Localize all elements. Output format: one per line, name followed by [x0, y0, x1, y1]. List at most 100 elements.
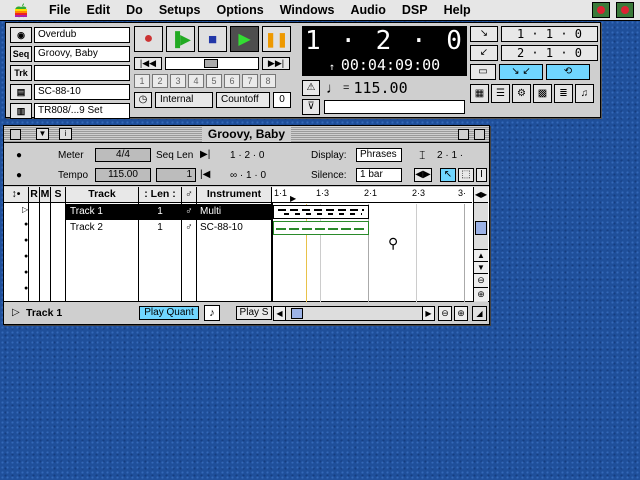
slider-knob[interactable]	[204, 59, 218, 68]
arrow-tool-icon[interactable]: ↖	[440, 168, 456, 182]
memory-3-button[interactable]: 3	[170, 74, 186, 88]
mixer-icon[interactable]: ⚙	[512, 84, 531, 103]
hzoom-out-icon[interactable]: ⊖	[438, 306, 452, 321]
playhead-marker-icon[interactable]: ▶	[290, 194, 296, 203]
tempo-slider[interactable]	[324, 100, 465, 114]
set-field[interactable]: TR808/...9 Set	[34, 103, 130, 119]
menu-edit[interactable]: Edit	[79, 0, 119, 20]
hzoom-in-icon[interactable]: ⊕	[454, 306, 468, 321]
phrase-block[interactable]	[273, 205, 369, 219]
tempo-dot-icon[interactable]: ●	[16, 170, 22, 181]
zoom-in-icon[interactable]: ⊕	[474, 287, 488, 301]
move-column-header[interactable]: ↕•	[4, 187, 28, 203]
punch-toggle-icon[interactable]: ▭	[470, 64, 496, 80]
phrase-block[interactable]	[273, 221, 369, 235]
track-name[interactable]: Track 1	[66, 204, 138, 220]
scroll-left-arrow-icon[interactable]: ◀	[274, 307, 286, 320]
track-length[interactable]: 1	[139, 204, 181, 220]
solo-column-header[interactable]: S	[51, 187, 65, 203]
sequence-field[interactable]: Groovy, Baby	[34, 46, 130, 62]
marquee-tool-icon[interactable]: ⬚	[458, 168, 474, 182]
rewind-button[interactable]: |◀◀	[134, 57, 162, 70]
zoom-out-icon[interactable]: ⊖	[474, 273, 488, 287]
meter-field[interactable]: 4/4	[95, 148, 151, 162]
play-swing-button[interactable]: Play S	[236, 306, 272, 320]
seq-button[interactable]: Seq	[10, 46, 32, 62]
time-ruler[interactable]: 1·1 1·3 2·1 2·3 3· ▶	[272, 187, 472, 203]
menu-options[interactable]: Options	[209, 0, 272, 20]
play-from-start-button[interactable]: ▐▶	[166, 26, 195, 52]
countoff-button[interactable]: Countoff	[216, 92, 270, 108]
graphic-editor-icon[interactable]: ≣	[554, 84, 573, 103]
fast-forward-button[interactable]: ▶▶|	[262, 57, 290, 70]
punch-button[interactable]: ↘ ↙	[499, 64, 543, 80]
memory-1-button[interactable]: 1	[134, 74, 150, 88]
info-dot-icon[interactable]: ●	[16, 150, 22, 161]
track-name[interactable]: Track 2	[66, 220, 138, 236]
mute-column-header[interactable]: M	[40, 187, 50, 203]
track-field[interactable]	[34, 65, 130, 81]
memory-5-button[interactable]: 5	[206, 74, 222, 88]
menu-file[interactable]: File	[41, 0, 79, 20]
silence-field[interactable]: 1 bar	[356, 168, 402, 182]
device-field[interactable]: SC-88-10	[34, 84, 130, 100]
memory-4-button[interactable]: 4	[188, 74, 204, 88]
loop-button[interactable]: ⟲	[546, 64, 590, 80]
track-column-header[interactable]: Track	[66, 187, 138, 203]
horizontal-scrollbar[interactable]: ◀ ▶	[273, 306, 435, 321]
device-icon[interactable]: ▤	[10, 84, 32, 100]
tracks-title-bar[interactable]: ▼ i Groovy, Baby	[4, 126, 489, 143]
notation-icon[interactable]: ♫	[575, 84, 594, 103]
ibeam-tool-icon[interactable]: I	[476, 168, 487, 182]
application-menu-icon[interactable]	[592, 2, 610, 18]
memory-8-button[interactable]: 8	[260, 74, 276, 88]
sync-mode-button[interactable]: Internal	[155, 92, 213, 108]
timeline-area[interactable]: 1·1 1·3 2·1 2·3 3· ▶ ⚲	[272, 187, 472, 302]
event-list-icon[interactable]: ☰	[491, 84, 510, 103]
loop-end-field[interactable]: 2 · 1 · 0	[501, 45, 598, 61]
countoff-value[interactable]: 0	[273, 92, 291, 108]
record-mode-icon[interactable]: ◉	[10, 27, 32, 43]
metronome-icon[interactable]: ⚠	[302, 80, 320, 96]
vertical-scrollbar[interactable]: ◀▶ ▲ ▼ ⊖ ⊕	[473, 187, 488, 302]
menu-windows[interactable]: Windows	[272, 0, 343, 20]
loop-end-icon[interactable]: ↙	[470, 45, 498, 61]
memory-7-button[interactable]: 7	[242, 74, 258, 88]
scroll-thumb[interactable]	[475, 221, 487, 235]
record-column-header[interactable]: R	[29, 187, 39, 203]
menu-help[interactable]: Help	[436, 0, 479, 20]
play-quant-button[interactable]: Play Quant	[139, 306, 199, 320]
pause-button[interactable]: ❚❚	[262, 26, 291, 52]
scroll-right-icon[interactable]: ▶	[422, 307, 434, 320]
zoom-box-icon[interactable]	[458, 129, 469, 140]
channel-column-header[interactable]: ♂	[182, 187, 196, 203]
stop-button[interactable]: ■	[198, 26, 227, 52]
hscroll-thumb[interactable]	[291, 308, 303, 319]
position-1[interactable]: 1 · 2 · 0	[230, 150, 264, 161]
record-button[interactable]: ●	[134, 26, 163, 52]
tempo-control-icon[interactable]: ⊽	[302, 99, 320, 115]
close-box-icon[interactable]	[10, 129, 21, 140]
tempo-value[interactable]: 115.00	[353, 79, 407, 97]
track-row[interactable]: Track 1 1 ♂ Multi	[4, 204, 271, 220]
collapse-box-icon[interactable]	[474, 129, 485, 140]
window-menu-icon[interactable]: ▼	[36, 128, 49, 140]
track-row[interactable]: Track 2 1 ♂ SC-88-10	[4, 220, 271, 236]
horizontal-resize-icon[interactable]: ◀▶	[414, 168, 432, 182]
note-value-icon[interactable]: ♪	[204, 305, 220, 321]
track-instrument[interactable]: Multi	[197, 204, 271, 220]
channel-icon[interactable]: ♂	[182, 220, 196, 236]
info-icon[interactable]: i	[59, 128, 72, 140]
loop-start-field[interactable]: 1 · 1 · 0	[501, 26, 598, 42]
memory-2-button[interactable]: 2	[152, 74, 168, 88]
instrument-column-header[interactable]: Instrument	[197, 187, 271, 203]
footer-expand-icon[interactable]: ▷	[12, 307, 20, 318]
record-mode-field[interactable]: Overdub	[34, 27, 130, 43]
trk-button[interactable]: Trk	[10, 65, 32, 81]
markers-icon[interactable]: ▩	[533, 84, 552, 103]
grow-box-icon[interactable]: ◢	[472, 306, 487, 321]
menu-setups[interactable]: Setups	[151, 0, 209, 20]
memory-6-button[interactable]: 6	[224, 74, 240, 88]
track-instrument[interactable]: SC-88-10	[197, 220, 271, 236]
menu-do[interactable]: Do	[118, 0, 151, 20]
